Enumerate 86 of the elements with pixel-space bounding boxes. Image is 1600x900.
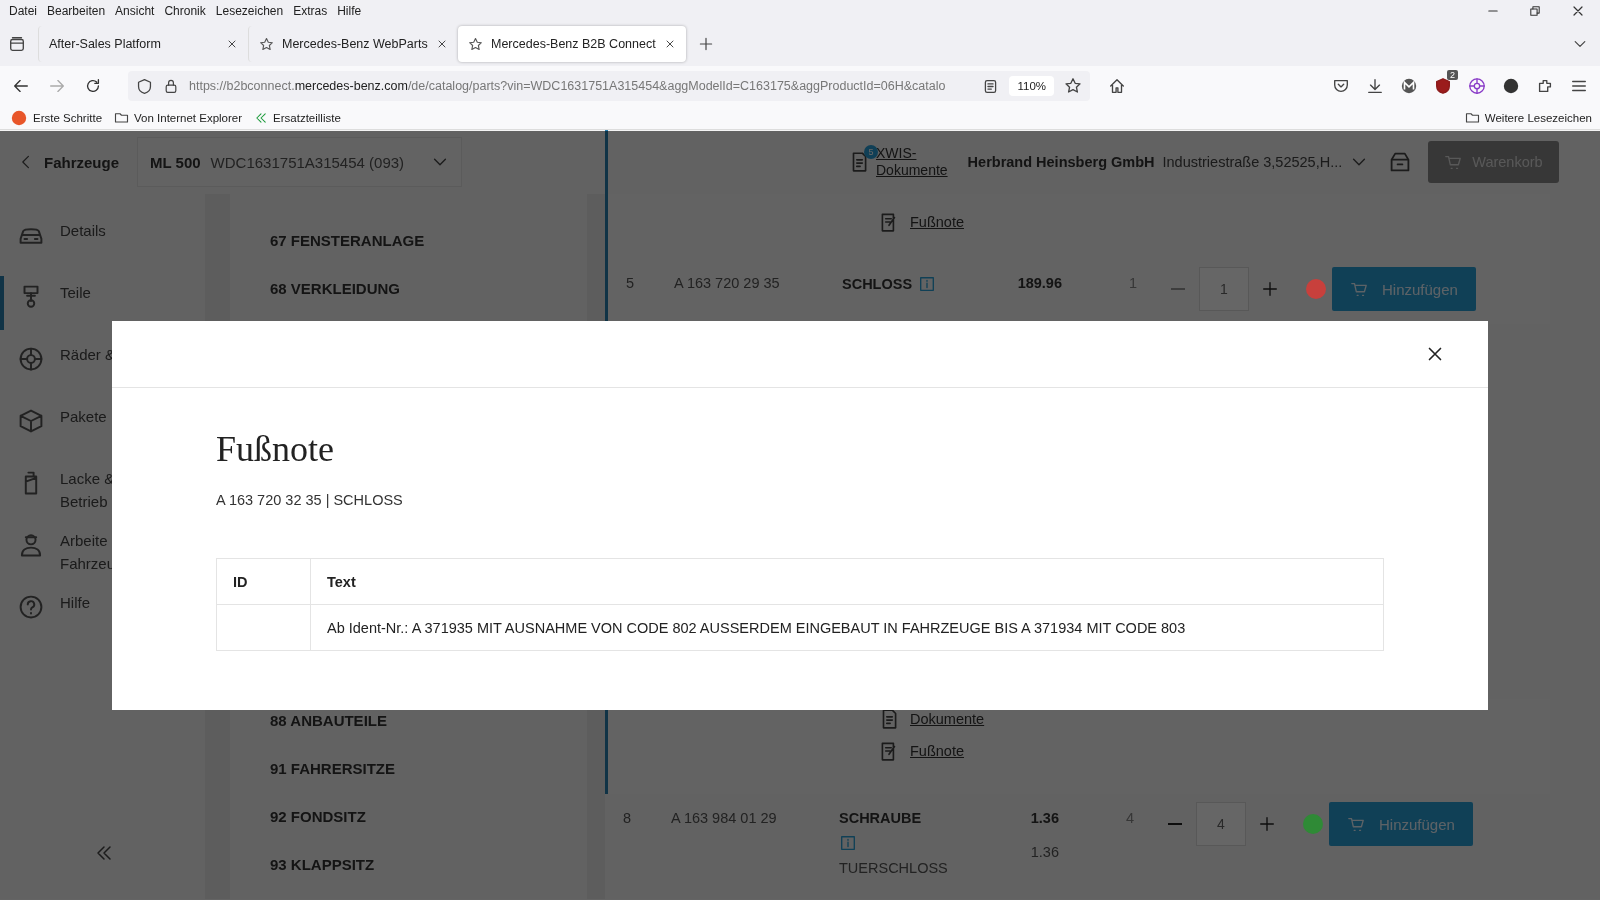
part-number: A 163 984 01 29 [671,809,778,826]
m-extension-icon[interactable] [1400,77,1418,95]
vehicle-selector[interactable]: ML 500 WDC1631751A315454 (093) [137,137,462,187]
star-logo-icon [468,36,483,52]
restore-icon[interactable] [1528,4,1542,18]
browser-tab[interactable]: Mercedes-Benz B2B Connect [458,26,686,62]
cart-icon [1347,815,1365,833]
menu-item[interactable]: Bearbeiten [42,4,111,18]
url-text: https://b2bconnect.mercedes-benz.com/de/catalog/parts?vin=WDC1631751A315454&aggModelId=C163175&aggProductId=06H&catalo [189,79,947,93]
quantity-input[interactable]: 1 [1199,267,1249,311]
extension-badge: 2 [1447,70,1458,80]
footnote-link[interactable]: Fußnote [878,205,1550,238]
footnote-link[interactable]: Fußnote [878,735,1550,767]
bookmark-link[interactable]: Weitere Lesezeichen [1464,110,1600,125]
reload-icon[interactable] [84,77,102,95]
position-number: 8 [622,809,633,826]
cart-icon [1350,280,1368,298]
zoom-level[interactable]: 110% [1009,76,1054,96]
sidebar-item[interactable]: Details [0,210,205,272]
minus-icon [1171,288,1185,290]
add-to-cart-button[interactable]: Hinzufügen [1329,802,1473,846]
part-number: A 163 720 29 35 [674,274,781,291]
menu-item[interactable]: Extras [288,4,333,18]
m-logo-icon [254,110,269,125]
cart-icon [1444,153,1463,171]
sidebar-item[interactable]: Pakete [0,396,205,458]
category-item[interactable]: 68 VERKLEIDUNG [270,264,587,312]
lock-icon [163,78,179,94]
documents-link[interactable]: Dokumente [878,703,1550,735]
plus-icon [1258,815,1276,833]
column-header: ID [216,558,311,605]
category-item[interactable]: 67 FENSTERANLAGE [270,216,587,264]
part-name: SCHRAUBE [839,810,922,826]
browser-tab[interactable]: After-Sales Platform [38,26,248,62]
minus-icon [1168,823,1182,825]
shield-icon [136,77,153,95]
price: 1.36 [1030,844,1059,860]
quantity-input[interactable]: 4 [1196,802,1246,846]
close-icon[interactable] [226,38,238,50]
dealer-selector[interactable]: Herbrand Heinsberg GmbH Industriestraße 3,52525,H... [957,139,1379,185]
bookmark-star-icon[interactable] [1064,77,1082,95]
price: 189.96 [1017,275,1062,291]
part-description: TUERSCHLOSS [839,860,949,876]
pocket-icon[interactable] [1332,77,1350,95]
category-item[interactable]: 91 FAHRERSITZE [270,744,587,792]
download-icon[interactable] [1366,77,1384,95]
address-bar[interactable]: https://b2bconnect.mercedes-benz.com/de/catalog/parts?vin=WDC1631751A315454&aggModelId=C163175&aggProductId=06H&catalo 110% [128,71,1090,101]
table-cell: Ab Ident-Nr.: A 371935 MIT AUSNAHME VON CODE 802 AUSSERDEM EINGEBAUT IN FAHRZEUGE BIS A 371934 MIT CODE 803 [310,604,1384,651]
browser-logo-icon[interactable] [10,108,28,127]
box-icon [18,408,44,434]
sidebar-item[interactable]: Teile [0,272,205,334]
menu-item[interactable]: Lesezeichen [210,4,289,18]
folder-icon [1464,110,1480,125]
tab-list-icon[interactable] [8,35,26,53]
dialog-subtitle: A 163 720 32 35 | SCHLOSS [216,492,404,508]
category-item[interactable]: 92 FONDSITZ [270,792,587,840]
wheel-icon [18,346,44,372]
close-icon[interactable] [436,38,448,50]
folder-icon [114,110,130,125]
bookmark-link[interactable]: Erste Schritte [10,108,103,127]
dialog-title: Fußnote [216,428,335,470]
price: 1.36 [1030,810,1059,826]
new-tab-icon[interactable] [697,36,714,52]
count-badge: 5 [864,145,878,159]
worker-icon [18,532,44,558]
menu-item[interactable]: Chronik [159,4,211,18]
menu-item[interactable]: Datei [4,4,42,18]
collapse-icon[interactable] [94,843,114,863]
category-item[interactable]: 93 KLAPPSITZ [270,840,587,888]
extensions-icon[interactable] [1536,77,1554,95]
star-logo-icon [259,36,274,52]
add-to-cart-button[interactable]: Hinzufügen [1332,267,1476,311]
menu-item[interactable]: Hilfe [332,4,367,18]
sidebar-item[interactable]: Hilfe [0,582,205,644]
plus-icon [1261,280,1279,298]
part-name: SCHLOSS [842,276,913,292]
help-icon [18,594,44,620]
position-number: 5 [625,274,636,291]
menu-item[interactable]: Ansicht [110,4,160,18]
home-icon[interactable] [1108,77,1126,95]
bookmark-link[interactable]: Von Internet Explorer [114,110,243,125]
back-arrow-icon[interactable] [12,77,30,95]
bookmark-link[interactable]: Ersatzteilliste [254,110,341,125]
shield-extension-icon[interactable] [1434,77,1452,95]
column-header: Text [310,558,1384,605]
back-link[interactable]: Fahrzeuge [18,153,119,171]
